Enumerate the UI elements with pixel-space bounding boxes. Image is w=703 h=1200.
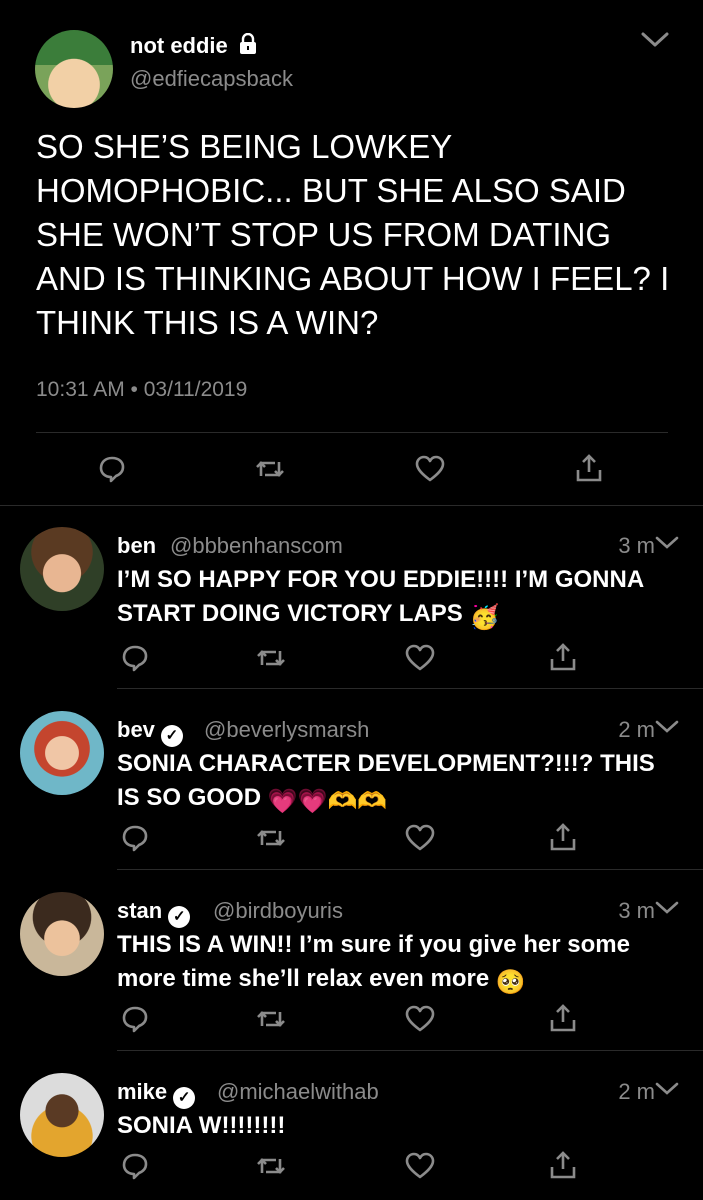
handle[interactable]: @michaelwithab	[217, 1079, 379, 1105]
like-icon[interactable]	[404, 1151, 436, 1181]
retweet-icon[interactable]	[254, 823, 288, 853]
handle[interactable]: @bbbenhanscom	[170, 533, 343, 559]
verified-badge-icon: ✓	[168, 906, 191, 928]
reply-stan[interactable]: stan ✓ @birdboyuris 3 m THIS IS A WIN!! I…	[0, 870, 703, 1051]
display-name-text: mike	[117, 1079, 168, 1104]
avatar[interactable]	[20, 1073, 104, 1157]
reply-text: SONIA CHARACTER DEVELOPMENT?!!!? THIS IS…	[117, 747, 677, 819]
display-name[interactable]: not eddie	[130, 32, 258, 61]
reply-text: SONIA W!!!!!!!!	[117, 1109, 677, 1143]
display-name[interactable]: ben	[117, 533, 156, 559]
time: 3 m	[618, 898, 655, 923]
reply-text-content: I’M SO HAPPY FOR YOU EDDIE!!!! I’M GONNA…	[117, 566, 644, 627]
retweet-icon[interactable]	[254, 1151, 288, 1181]
display-name-text: bev	[117, 717, 155, 742]
chevron-down-icon[interactable]	[655, 900, 679, 921]
display-name[interactable]: stan ✓	[117, 898, 191, 928]
reply-icon[interactable]	[120, 643, 150, 673]
verified-badge-icon: ✓	[173, 1087, 196, 1109]
display-name[interactable]: bev ✓	[117, 717, 183, 747]
divider	[36, 432, 668, 433]
reply-text: THIS IS A WIN!! I’m sure if you give her…	[117, 928, 677, 1000]
share-icon[interactable]	[548, 1002, 578, 1034]
chevron-down-icon[interactable]	[655, 1081, 679, 1102]
avatar[interactable]	[20, 892, 104, 976]
avatar[interactable]	[35, 30, 113, 108]
main-tweet: not eddie @edfiecapsback SO SHE’S BEING …	[0, 0, 703, 505]
share-icon[interactable]	[548, 641, 578, 673]
chevron-down-icon[interactable]	[640, 30, 670, 50]
reply-icon[interactable]	[120, 1151, 150, 1181]
heart-hands-emoji: 💗💗🫶🫶	[267, 788, 388, 815]
retweet-icon[interactable]	[254, 643, 288, 673]
timestamp[interactable]: 10:31 AM • 03/11/2019	[36, 378, 247, 402]
share-icon[interactable]	[548, 821, 578, 853]
time: 3 m	[618, 533, 655, 558]
share-icon[interactable]	[548, 1149, 578, 1181]
reply-text-content: SONIA W!!!!!!!!	[117, 1112, 286, 1139]
share-icon[interactable]	[574, 452, 604, 484]
time: 2 m	[618, 717, 655, 742]
reply-mike[interactable]: mike ✓ @michaelwithab 2 m SONIA W!!!!!!!!	[0, 1051, 703, 1200]
handle[interactable]: @edfiecapsback	[130, 66, 293, 92]
reply-text-content: THIS IS A WIN!! I’m sure if you give her…	[117, 931, 630, 992]
avatar[interactable]	[20, 711, 104, 795]
display-name[interactable]: mike ✓	[117, 1079, 196, 1109]
reply-ben[interactable]: ben @bbbenhanscom 3 m I’M SO HAPPY FOR Y…	[0, 505, 703, 689]
reply-bev[interactable]: bev ✓ @beverlysmarsh 2 m SONIA CHARACTER …	[0, 689, 703, 870]
handle[interactable]: @birdboyuris	[213, 898, 343, 924]
verified-badge-icon: ✓	[160, 725, 183, 747]
tweet-text: SO SHE’S BEING LOWKEY HOMOPHOBIC... BUT …	[36, 128, 670, 341]
display-name-text: not eddie	[130, 33, 228, 58]
reply-icon[interactable]	[97, 454, 127, 484]
like-icon[interactable]	[414, 454, 446, 484]
avatar[interactable]	[20, 527, 104, 611]
partying-face-emoji: 🥳	[469, 604, 500, 631]
lock-icon	[238, 32, 258, 61]
reply-icon[interactable]	[120, 823, 150, 853]
reply-icon[interactable]	[120, 1004, 150, 1034]
chevron-down-icon[interactable]	[655, 535, 679, 556]
chevron-down-icon[interactable]	[655, 719, 679, 740]
like-icon[interactable]	[404, 643, 436, 673]
like-icon[interactable]	[404, 823, 436, 853]
reply-text: I’M SO HAPPY FOR YOU EDDIE!!!! I’M GONNA…	[117, 563, 677, 635]
retweet-icon[interactable]	[253, 454, 287, 484]
handle[interactable]: @beverlysmarsh	[204, 717, 369, 743]
pleading-face-emoji: 🥺	[495, 969, 526, 996]
time: 2 m	[618, 1079, 655, 1104]
display-name-text: stan	[117, 898, 163, 923]
like-icon[interactable]	[404, 1004, 436, 1034]
retweet-icon[interactable]	[254, 1004, 288, 1034]
